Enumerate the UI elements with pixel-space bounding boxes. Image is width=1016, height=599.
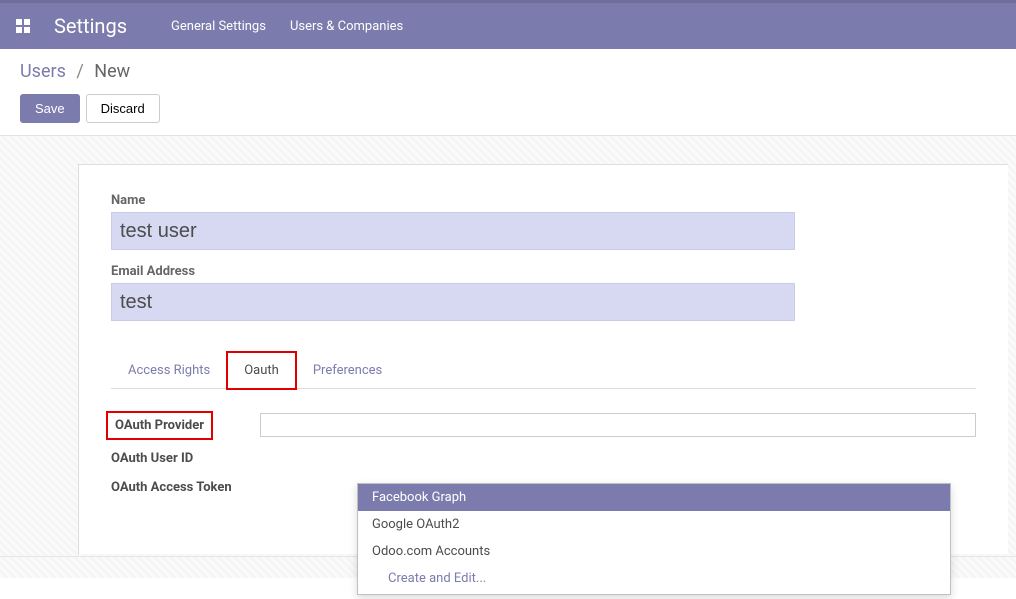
tab-preferences[interactable]: Preferences: [296, 352, 399, 389]
app-title: Settings: [54, 14, 127, 38]
breadcrumb-separator: /: [76, 61, 83, 82]
email-label: Email Address: [111, 264, 976, 279]
form-sheet: Name Email Address Access Rights Oauth P…: [78, 164, 1008, 554]
nav-general-settings[interactable]: General Settings: [171, 19, 266, 34]
tab-oauth[interactable]: Oauth: [227, 352, 296, 389]
control-panel: Users / New Save Discard: [0, 49, 1016, 136]
breadcrumb: Users / New: [20, 61, 996, 82]
dropdown-item-google[interactable]: Google OAuth2: [358, 511, 950, 538]
tab-content-oauth: OAuth Provider OAuth User ID OAuth Acces…: [111, 389, 976, 495]
dropdown-item-odoo[interactable]: Odoo.com Accounts: [358, 538, 950, 565]
email-input[interactable]: [111, 283, 795, 321]
tabs: Access Rights Oauth Preferences: [111, 351, 976, 389]
form-area: Name Email Address Access Rights Oauth P…: [0, 136, 1016, 556]
discard-button[interactable]: Discard: [86, 94, 160, 123]
navbar: Settings General Settings Users & Compan…: [0, 3, 1016, 49]
name-label: Name: [111, 193, 976, 208]
oauth-access-token-label: OAuth Access Token: [111, 480, 279, 495]
name-input[interactable]: [111, 212, 795, 250]
apps-icon[interactable]: [16, 19, 32, 33]
oauth-provider-dropdown: Facebook Graph Google OAuth2 Odoo.com Ac…: [357, 483, 951, 595]
tab-access-rights[interactable]: Access Rights: [111, 352, 227, 389]
oauth-user-id-label: OAuth User ID: [111, 451, 279, 466]
breadcrumb-current: New: [94, 61, 130, 82]
nav-users-companies[interactable]: Users & Companies: [290, 19, 403, 34]
oauth-provider-label: OAuth Provider: [111, 416, 208, 435]
dropdown-create-edit[interactable]: Create and Edit...: [358, 565, 950, 594]
breadcrumb-users[interactable]: Users: [20, 61, 66, 82]
save-button[interactable]: Save: [20, 94, 80, 123]
oauth-provider-input[interactable]: [260, 413, 976, 437]
dropdown-item-facebook[interactable]: Facebook Graph: [358, 484, 950, 511]
